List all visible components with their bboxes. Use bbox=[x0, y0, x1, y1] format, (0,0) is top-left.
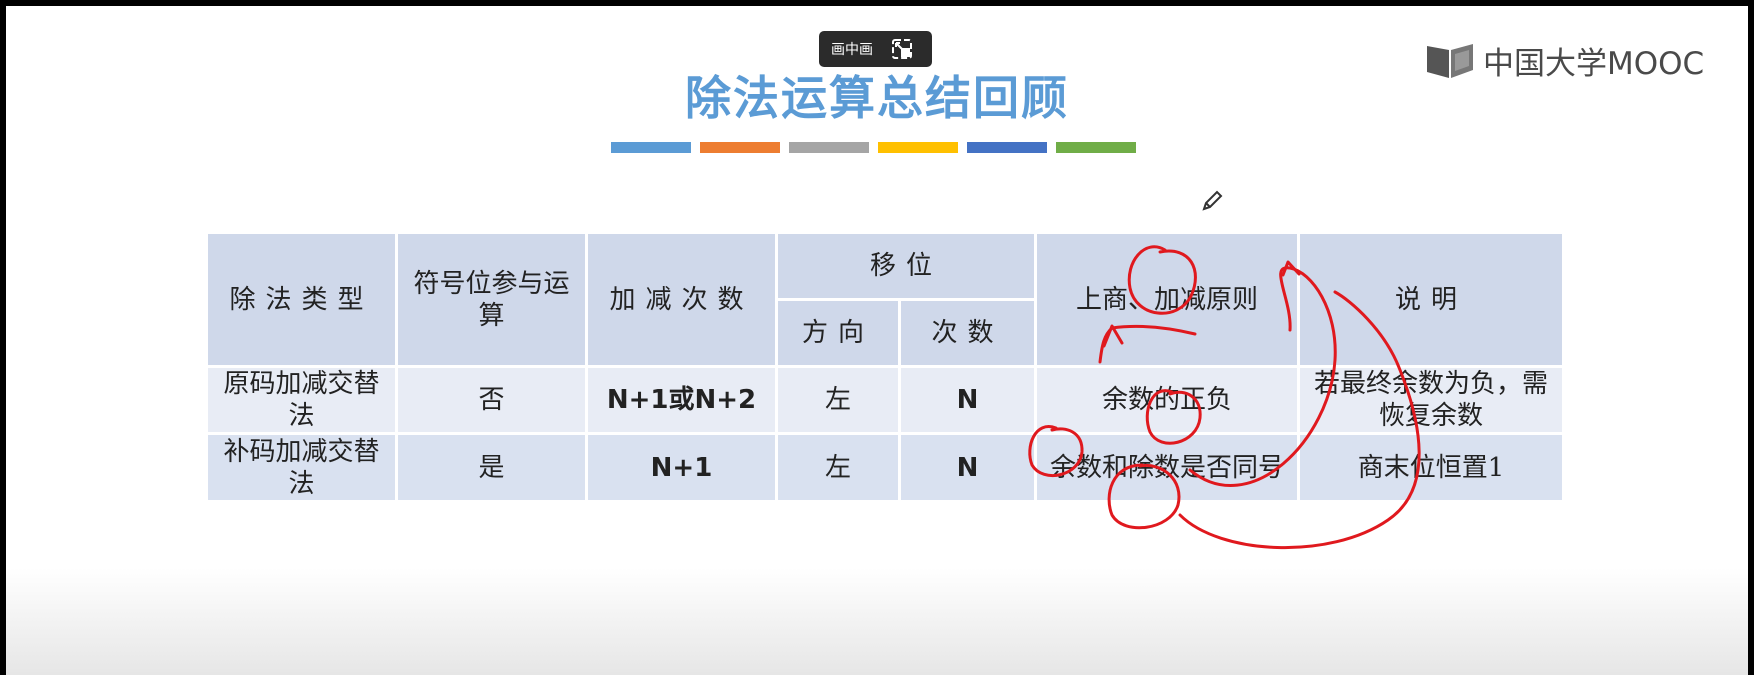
pip-button[interactable]: 画中画 bbox=[819, 31, 932, 67]
header-shift: 移位 bbox=[774, 231, 1038, 301]
cell-add-sub-count: N+1或N+2 bbox=[585, 365, 778, 435]
header-shift-count: 次数 bbox=[897, 298, 1038, 368]
division-summary-table: 除法类型 符号位参与运算 加减次数 移位 上商、加减原则 说明 方向 次数 原码… bbox=[205, 231, 1566, 503]
header-rule: 上商、加减原则 bbox=[1034, 231, 1301, 368]
stripe-green bbox=[1056, 142, 1136, 153]
cell-add-sub-count: N+1 bbox=[585, 432, 778, 503]
stripe-orange bbox=[700, 142, 780, 153]
slide: 除法运算总结回顾 除法类型 符号位参与运算 加减次数 移位 上商、加减原则 说明… bbox=[6, 6, 1748, 675]
cell-direction: 左 bbox=[775, 432, 901, 503]
stripe-darkblue bbox=[967, 142, 1047, 153]
table-row: 原码加减交替法 否 N+1或N+2 左 N 余数的正负 若最终余数为负，需恢复余… bbox=[205, 365, 1566, 435]
cell-sign-bit: 否 bbox=[395, 365, 588, 435]
cell-rule: 余数和除数是否同号 bbox=[1034, 432, 1301, 503]
stripe-gray bbox=[789, 142, 869, 153]
stripe-yellow bbox=[878, 142, 958, 153]
cell-note: 若最终余数为负，需恢复余数 bbox=[1297, 365, 1566, 435]
cell-sign-bit: 是 bbox=[395, 432, 588, 503]
title-underline-stripes bbox=[611, 142, 1136, 153]
cell-shift-count: N bbox=[897, 432, 1038, 503]
cell-type: 原码加减交替法 bbox=[205, 365, 398, 435]
cell-type: 补码加减交替法 bbox=[205, 432, 398, 503]
header-direction: 方向 bbox=[775, 298, 901, 368]
header-division-type: 除法类型 bbox=[205, 231, 398, 368]
pencil-icon[interactable] bbox=[1199, 188, 1225, 214]
header-add-sub-count: 加减次数 bbox=[585, 231, 778, 368]
header-sign-bit: 符号位参与运算 bbox=[395, 231, 588, 368]
cell-direction: 左 bbox=[775, 365, 901, 435]
pip-label: 画中画 bbox=[831, 42, 873, 58]
cell-note: 商末位恒置1 bbox=[1297, 432, 1566, 503]
table-row: 补码加减交替法 是 N+1 左 N 余数和除数是否同号 商末位恒置1 bbox=[205, 432, 1566, 503]
cell-shift-count: N bbox=[897, 365, 1038, 435]
header-note: 说明 bbox=[1297, 231, 1566, 368]
logo-text: 中国大学MOOC bbox=[1483, 45, 1705, 82]
pip-restore-icon[interactable] bbox=[891, 38, 913, 60]
cell-rule: 余数的正负 bbox=[1034, 365, 1301, 435]
stripe-blue bbox=[611, 142, 691, 153]
mooc-logo: 中国大学MOOC bbox=[1425, 40, 1705, 82]
mooc-book-icon bbox=[1427, 44, 1473, 78]
